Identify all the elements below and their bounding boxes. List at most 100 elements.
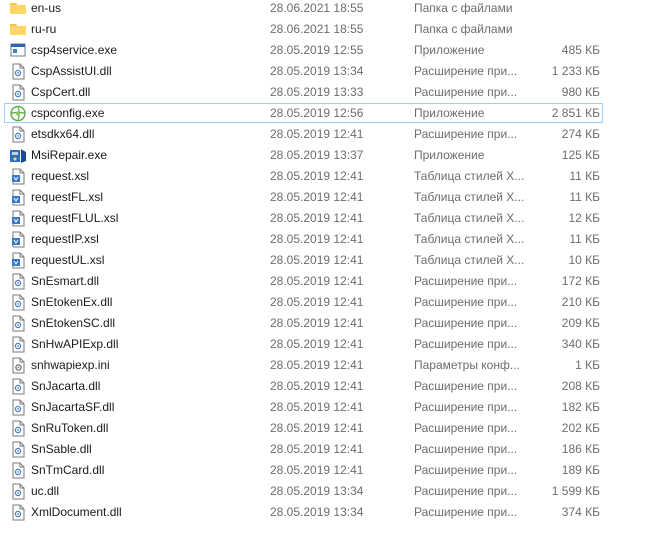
file-row-requestflul-xsl[interactable]: requestFLUL.xsl 28.05.2019 12:41 Таблица…	[0, 208, 653, 229]
xsl-file-icon	[9, 168, 27, 185]
folder-icon	[9, 21, 27, 38]
file-type: Расширение при...	[414, 274, 518, 288]
file-date-modified: 28.05.2019 12:56	[270, 106, 364, 120]
file-type: Папка с файлами	[414, 22, 513, 36]
xsl-file-icon	[9, 189, 27, 206]
file-date-modified: 28.05.2019 13:34	[270, 484, 364, 498]
file-row-cspassistui-dll[interactable]: CspAssistUI.dll 28.05.2019 13:34 Расшире…	[0, 61, 653, 82]
file-date-modified: 28.05.2019 12:41	[270, 253, 364, 267]
file-size: 172 КБ	[561, 274, 600, 288]
file-row-snesmart-dll[interactable]: SnEsmart.dll 28.05.2019 12:41 Расширение…	[0, 271, 653, 292]
folder-icon	[9, 0, 27, 17]
file-date-modified: 28.05.2019 12:41	[270, 316, 364, 330]
file-date-modified: 28.05.2019 12:41	[270, 274, 364, 288]
file-row-snetokensc-dll[interactable]: SnEtokenSC.dll 28.05.2019 12:41 Расширен…	[0, 313, 653, 334]
file-row-snsable-dll[interactable]: SnSable.dll 28.05.2019 12:41 Расширение …	[0, 439, 653, 460]
xsl-file-icon	[9, 252, 27, 269]
file-date-modified: 28.05.2019 12:41	[270, 295, 364, 309]
dll-file-icon	[9, 63, 27, 80]
file-row-requestfl-xsl[interactable]: requestFL.xsl 28.05.2019 12:41 Таблица с…	[0, 187, 653, 208]
file-name: SnJacarta.dll	[31, 379, 101, 393]
dll-file-icon	[9, 84, 27, 101]
file-type: Приложение	[414, 148, 485, 162]
file-row-etsdkx64-dll[interactable]: etsdkx64.dll 28.05.2019 12:41 Расширение…	[0, 124, 653, 145]
file-name: MsiRepair.exe	[31, 148, 108, 162]
file-date-modified: 28.05.2019 12:41	[270, 190, 364, 204]
xsl-file-icon	[9, 231, 27, 248]
file-size: 10 КБ	[568, 253, 600, 267]
file-size: 274 КБ	[561, 127, 600, 141]
file-row-cspconfig-exe[interactable]: cspconfig.exe 28.05.2019 12:56 Приложени…	[0, 103, 653, 124]
file-name: SnHwAPIExp.dll	[31, 337, 119, 351]
installer-app-icon	[9, 147, 27, 164]
file-type: Параметры конф...	[414, 358, 520, 372]
file-type: Таблица стилей Х...	[414, 190, 525, 204]
xsl-file-icon	[9, 210, 27, 227]
file-date-modified: 28.05.2019 12:41	[270, 337, 364, 351]
file-type: Расширение при...	[414, 400, 518, 414]
file-size	[530, 0, 600, 19]
file-size: 1 КБ	[575, 358, 600, 372]
file-name: snhwapiexp.ini	[31, 358, 110, 372]
file-name: cspconfig.exe	[31, 106, 105, 120]
file-name: SnJacartaSF.dll	[31, 400, 115, 414]
file-row-csp4service-exe[interactable]: csp4service.exe 28.05.2019 12:55 Приложе…	[0, 40, 653, 61]
file-row-snrutoken-dll[interactable]: SnRuToken.dll 28.05.2019 12:41 Расширени…	[0, 418, 653, 439]
dll-file-icon	[9, 294, 27, 311]
file-size: 485 КБ	[561, 43, 600, 57]
dll-file-icon	[9, 336, 27, 353]
file-date-modified: 28.05.2019 13:34	[270, 64, 364, 78]
file-type: Расширение при...	[414, 64, 518, 78]
ini-file-icon	[9, 357, 27, 374]
file-name: uc.dll	[31, 484, 60, 498]
file-size: 210 КБ	[561, 295, 600, 309]
file-type: Таблица стилей Х...	[414, 232, 525, 246]
file-date-modified: 28.05.2019 13:34	[270, 505, 364, 519]
file-row-msirepair-exe[interactable]: MsiRepair.exe 28.05.2019 13:37 Приложени…	[0, 145, 653, 166]
file-row-xmldocument-dll[interactable]: XmlDocument.dll 28.05.2019 13:34 Расшире…	[0, 502, 653, 523]
file-name: CspCert.dll	[31, 85, 91, 99]
file-name: SnEsmart.dll	[31, 274, 100, 288]
file-date-modified: 28.05.2019 12:55	[270, 43, 364, 57]
file-date-modified: 28.05.2019 12:41	[270, 169, 364, 183]
file-size: 2 851 КБ	[551, 106, 600, 120]
file-row-en-us[interactable]: en-us 28.06.2021 18:55 Папка с файлами	[0, 0, 653, 19]
file-size: 1 233 КБ	[551, 64, 600, 78]
file-type: Таблица стилей Х...	[414, 169, 525, 183]
file-row-snhwapiexp-dll[interactable]: SnHwAPIExp.dll 28.05.2019 12:41 Расширен…	[0, 334, 653, 355]
file-row-snetokenex-dll[interactable]: SnEtokenEx.dll 28.05.2019 12:41 Расширен…	[0, 292, 653, 313]
file-row-snjacartasf-dll[interactable]: SnJacartaSF.dll 28.05.2019 12:41 Расшире…	[0, 397, 653, 418]
file-row-requestip-xsl[interactable]: requestIP.xsl 28.05.2019 12:41 Таблица с…	[0, 229, 653, 250]
dll-file-icon	[9, 273, 27, 290]
file-type: Таблица стилей Х...	[414, 211, 525, 225]
file-date-modified: 28.06.2021 18:55	[270, 1, 364, 15]
dll-file-icon	[9, 399, 27, 416]
file-name: request.xsl	[31, 169, 90, 183]
file-name: csp4service.exe	[31, 43, 118, 57]
file-size: 1 599 КБ	[551, 484, 600, 498]
file-size: 208 КБ	[561, 379, 600, 393]
file-name: requestUL.xsl	[31, 253, 105, 267]
dll-file-icon	[9, 504, 27, 521]
file-row-snhwapiexp-ini[interactable]: snhwapiexp.ini 28.05.2019 12:41 Параметр…	[0, 355, 653, 376]
file-date-modified: 28.05.2019 13:33	[270, 85, 364, 99]
file-row-ru-ru[interactable]: ru-ru 28.06.2021 18:55 Папка с файлами	[0, 19, 653, 40]
file-row-snjacarta-dll[interactable]: SnJacarta.dll 28.05.2019 12:41 Расширени…	[0, 376, 653, 397]
file-type: Расширение при...	[414, 295, 518, 309]
file-row-sntmcard-dll[interactable]: SnTmCard.dll 28.05.2019 12:41 Расширение…	[0, 460, 653, 481]
file-size: 182 КБ	[561, 400, 600, 414]
file-list: en-us 28.06.2021 18:55 Папка с файлами r…	[0, 0, 653, 523]
file-type: Расширение при...	[414, 421, 518, 435]
application-icon	[9, 42, 27, 59]
file-type: Расширение при...	[414, 337, 518, 351]
file-row-cspcert-dll[interactable]: CspCert.dll 28.05.2019 13:33 Расширение …	[0, 82, 653, 103]
dll-file-icon	[9, 315, 27, 332]
file-row-uc-dll[interactable]: uc.dll 28.05.2019 13:34 Расширение при..…	[0, 481, 653, 502]
file-row-requestul-xsl[interactable]: requestUL.xsl 28.05.2019 12:41 Таблица с…	[0, 250, 653, 271]
file-date-modified: 28.05.2019 12:41	[270, 400, 364, 414]
file-row-request-xsl[interactable]: request.xsl 28.05.2019 12:41 Таблица сти…	[0, 166, 653, 187]
file-size: 202 КБ	[561, 421, 600, 435]
dll-file-icon	[9, 420, 27, 437]
file-size: 374 КБ	[561, 505, 600, 519]
file-date-modified: 28.05.2019 12:41	[270, 442, 364, 456]
